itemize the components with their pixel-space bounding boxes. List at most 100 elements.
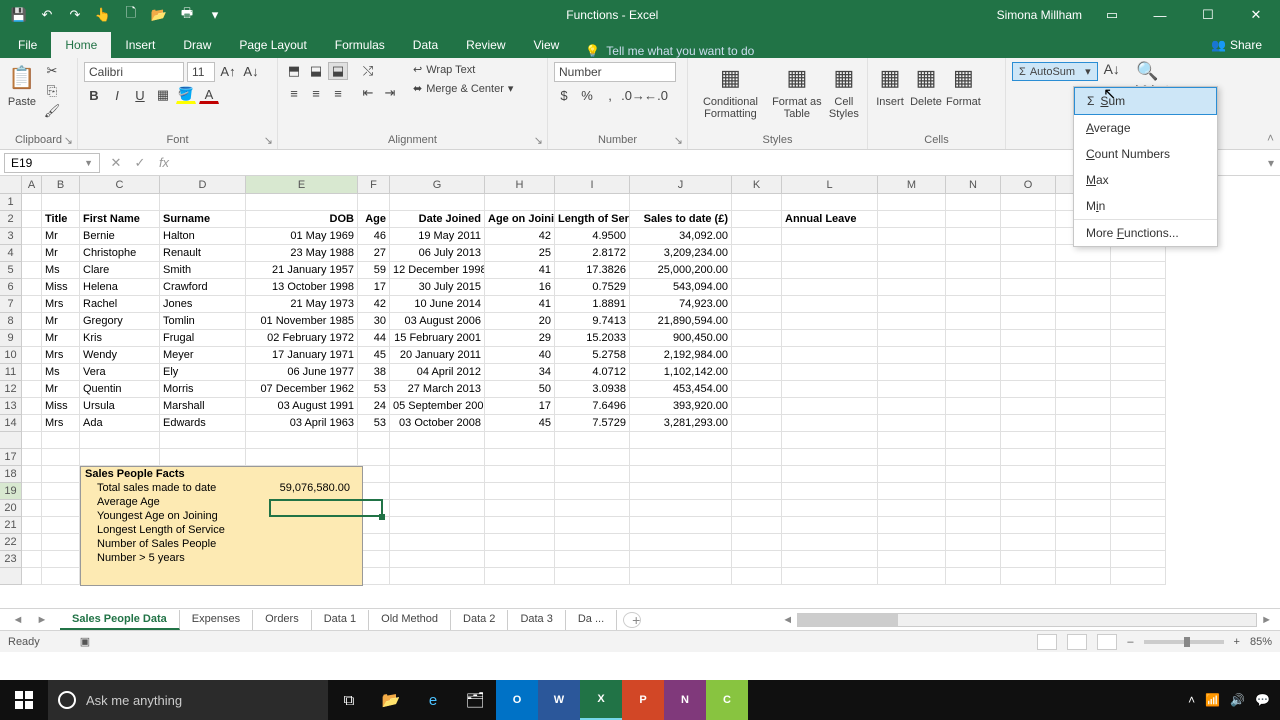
cell[interactable] — [555, 517, 630, 534]
cell[interactable]: 17.3826 — [555, 262, 630, 279]
cell[interactable] — [160, 432, 246, 449]
cell[interactable] — [878, 245, 946, 262]
cell[interactable]: 41 — [485, 296, 555, 313]
cell[interactable] — [22, 330, 42, 347]
cell[interactable] — [555, 194, 630, 211]
cell[interactable] — [246, 449, 358, 466]
cell[interactable] — [22, 262, 42, 279]
cell[interactable] — [1001, 245, 1056, 262]
cell[interactable] — [1056, 313, 1111, 330]
cell[interactable]: Gregory — [80, 313, 160, 330]
cell[interactable] — [555, 466, 630, 483]
cell[interactable]: 3.0938 — [555, 381, 630, 398]
col-header-O[interactable]: O — [1001, 176, 1056, 194]
cell[interactable] — [42, 432, 80, 449]
cell[interactable] — [878, 568, 946, 585]
cell[interactable] — [732, 466, 782, 483]
cell[interactable] — [485, 517, 555, 534]
cell[interactable] — [732, 194, 782, 211]
enter-formula-icon[interactable]: ✓ — [128, 155, 152, 171]
cell[interactable] — [782, 500, 878, 517]
cell[interactable] — [782, 381, 878, 398]
cell[interactable] — [946, 228, 1001, 245]
start-button[interactable] — [0, 680, 48, 720]
cell[interactable] — [782, 449, 878, 466]
row-header-8[interactable]: 8 — [0, 313, 22, 330]
row-header-14[interactable]: 14 — [0, 415, 22, 432]
cell[interactable] — [1056, 415, 1111, 432]
cell[interactable]: 25 — [485, 245, 555, 262]
cell[interactable] — [946, 245, 1001, 262]
col-header-K[interactable]: K — [732, 176, 782, 194]
cell[interactable]: 42 — [358, 296, 390, 313]
align-top-icon[interactable]: ⬒ — [284, 62, 304, 80]
clipboard-launcher-icon[interactable]: ↘ — [64, 134, 73, 147]
cell[interactable] — [878, 364, 946, 381]
cell[interactable] — [390, 551, 485, 568]
cell[interactable] — [42, 483, 80, 500]
cell[interactable] — [390, 517, 485, 534]
camtasia-icon[interactable]: C — [706, 680, 748, 720]
col-header-I[interactable]: I — [555, 176, 630, 194]
print-preview-icon[interactable]: 🖶 — [176, 4, 198, 26]
cell[interactable] — [22, 211, 42, 228]
tab-review[interactable]: Review — [452, 32, 519, 58]
cell[interactable] — [1111, 296, 1166, 313]
cell[interactable]: Mr — [42, 313, 80, 330]
cell[interactable]: 15.2033 — [555, 330, 630, 347]
border-icon[interactable]: ▦ — [153, 86, 173, 104]
cell[interactable]: Sales to date (£) — [630, 211, 732, 228]
merge-center-button[interactable]: ⬌Merge & Center ▾ — [410, 81, 516, 96]
row-header-10[interactable]: 10 — [0, 347, 22, 364]
cell[interactable] — [1001, 279, 1056, 296]
touch-mode-icon[interactable]: 👆 — [92, 4, 114, 26]
cell[interactable] — [946, 313, 1001, 330]
cell[interactable] — [80, 449, 160, 466]
col-header-G[interactable]: G — [390, 176, 485, 194]
cell[interactable]: 17 — [485, 398, 555, 415]
cell[interactable] — [485, 568, 555, 585]
cell[interactable]: 1.8891 — [555, 296, 630, 313]
cell[interactable]: 15 February 2001 — [390, 330, 485, 347]
cell[interactable] — [1001, 534, 1056, 551]
cell[interactable] — [1111, 245, 1166, 262]
cell[interactable]: 53 — [358, 381, 390, 398]
cell[interactable] — [732, 364, 782, 381]
cell[interactable] — [946, 364, 1001, 381]
minimize-icon[interactable]: — — [1142, 0, 1178, 30]
cell[interactable]: Morris — [160, 381, 246, 398]
cell[interactable] — [358, 449, 390, 466]
cell[interactable] — [485, 500, 555, 517]
sheet-tab[interactable]: Orders — [253, 610, 312, 630]
cell[interactable] — [555, 568, 630, 585]
sheet-tab[interactable]: Data 3 — [508, 610, 565, 630]
cell[interactable] — [390, 194, 485, 211]
sheet-tab[interactable]: Data 1 — [312, 610, 369, 630]
cell[interactable] — [878, 279, 946, 296]
cell[interactable]: 34,092.00 — [630, 228, 732, 245]
increase-indent-icon[interactable]: ⇥ — [380, 84, 400, 102]
tell-me-search[interactable]: 💡 Tell me what you want to do — [585, 44, 754, 58]
tab-view[interactable]: View — [520, 32, 574, 58]
powerpoint-icon[interactable]: P — [622, 680, 664, 720]
row-header-11[interactable]: 11 — [0, 364, 22, 381]
cell[interactable] — [1111, 449, 1166, 466]
cell[interactable] — [485, 466, 555, 483]
cell[interactable] — [782, 517, 878, 534]
align-middle-icon[interactable]: ⬓ — [306, 62, 326, 80]
cell[interactable]: 19 May 2011 — [390, 228, 485, 245]
cell[interactable] — [1056, 330, 1111, 347]
cell[interactable] — [1056, 449, 1111, 466]
cell[interactable] — [878, 466, 946, 483]
cell[interactable] — [1111, 517, 1166, 534]
cell[interactable] — [1111, 347, 1166, 364]
cancel-formula-icon[interactable]: ✕ — [104, 155, 128, 171]
underline-button[interactable]: U — [130, 86, 150, 104]
cell[interactable] — [878, 262, 946, 279]
cell[interactable]: Christophe — [80, 245, 160, 262]
cell[interactable] — [1111, 279, 1166, 296]
cell[interactable] — [1001, 517, 1056, 534]
number-format-combo[interactable] — [554, 62, 676, 82]
cell[interactable] — [732, 432, 782, 449]
cell[interactable]: 59 — [358, 262, 390, 279]
